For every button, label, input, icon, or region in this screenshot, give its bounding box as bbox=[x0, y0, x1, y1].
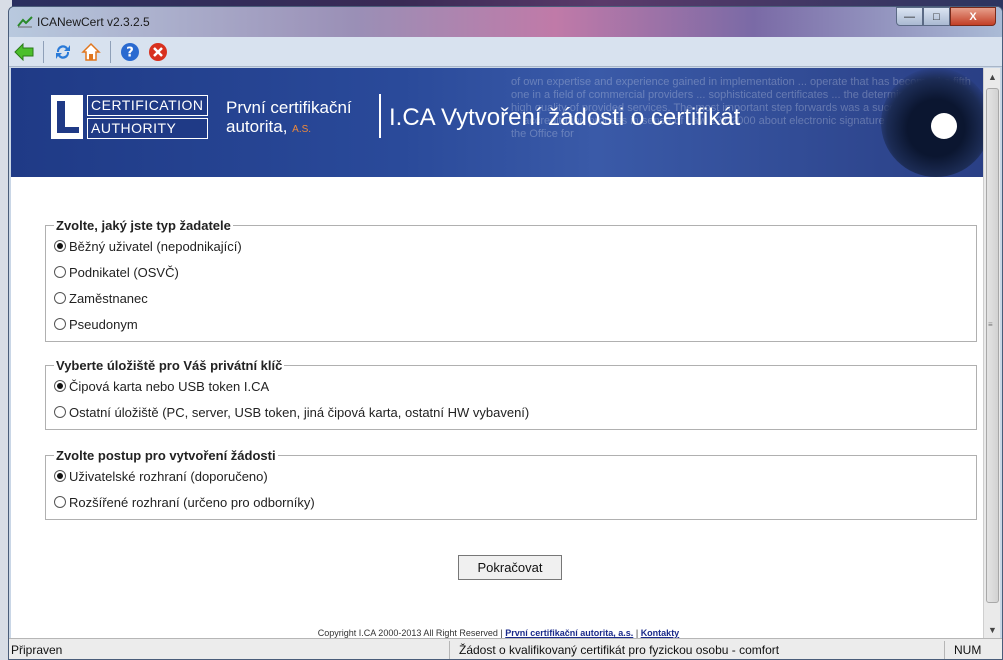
title-bar[interactable]: ICANewCert v2.3.2.5 — □ X bbox=[9, 7, 1002, 37]
radio-employee[interactable] bbox=[54, 292, 66, 304]
option-other-storage[interactable]: Ostatní úložiště (PC, server, USB token,… bbox=[54, 399, 968, 425]
radio-pseudonym[interactable] bbox=[54, 318, 66, 330]
ica-logo: CERTIFICATION AUTHORITY bbox=[51, 95, 211, 139]
radio-regular-user[interactable] bbox=[54, 240, 66, 252]
grip-icon: ≡ bbox=[988, 320, 993, 329]
option-smartcard[interactable]: Čipová karta nebo USB token I.CA bbox=[54, 373, 968, 399]
organization-name: První certifikační autorita, A.S. bbox=[226, 98, 352, 136]
radio-other-storage[interactable] bbox=[54, 406, 66, 418]
request-method-group: Zvolte postup pro vytvoření žádosti Uživ… bbox=[45, 448, 977, 520]
close-button[interactable]: X bbox=[950, 7, 996, 26]
option-pseudonym[interactable]: Pseudonym bbox=[54, 311, 968, 337]
maximize-button[interactable]: □ bbox=[923, 7, 950, 26]
svg-text:?: ? bbox=[126, 45, 134, 60]
status-certificate-type: Žádost o kvalifikovaný certifikát pro fy… bbox=[459, 643, 780, 657]
main-content: of own expertise and experience gained i… bbox=[11, 68, 986, 638]
radio-smartcard[interactable] bbox=[54, 380, 66, 392]
key-storage-legend: Vyberte úložiště pro Váš privátní klíč bbox=[56, 358, 283, 373]
toolbar: ? bbox=[9, 37, 1002, 67]
banner-divider bbox=[379, 94, 381, 138]
logo-line-1: CERTIFICATION bbox=[87, 95, 208, 116]
scrollbar-thumb[interactable] bbox=[986, 88, 999, 603]
back-icon[interactable] bbox=[13, 41, 35, 63]
logo-mark bbox=[51, 95, 83, 139]
status-ready: Připraven bbox=[11, 643, 63, 657]
request-method-legend: Zvolte postup pro vytvoření žádosti bbox=[56, 448, 276, 463]
applicant-type-group: Zvolte, jaký jste typ žadatele Běžný uži… bbox=[45, 218, 977, 342]
refresh-icon[interactable] bbox=[52, 41, 74, 63]
app-icon bbox=[17, 16, 33, 28]
app-window: ICANewCert v2.3.2.5 — □ X ? of own exper… bbox=[8, 6, 1003, 660]
minimize-button[interactable]: — bbox=[896, 7, 923, 26]
radio-advanced-interface[interactable] bbox=[54, 496, 66, 508]
continue-button[interactable]: Pokračovat bbox=[458, 555, 562, 580]
eye-highlight bbox=[931, 113, 957, 139]
option-regular-user[interactable]: Běžný uživatel (nepodnikající) bbox=[54, 233, 968, 259]
window-controls: — □ X bbox=[896, 7, 996, 27]
option-employee[interactable]: Zaměstnanec bbox=[54, 285, 968, 311]
status-bar: Připraven Žádost o kvalifikovaný certifi… bbox=[9, 638, 1002, 659]
header-banner: of own expertise and experience gained i… bbox=[11, 68, 986, 177]
home-icon[interactable] bbox=[80, 41, 102, 63]
radio-entrepreneur[interactable] bbox=[54, 266, 66, 278]
logo-line-2: AUTHORITY bbox=[87, 118, 208, 139]
radio-user-interface[interactable] bbox=[54, 470, 66, 482]
applicant-type-legend: Zvolte, jaký jste typ žadatele bbox=[56, 218, 231, 233]
scroll-up-icon[interactable]: ▲ bbox=[984, 68, 1001, 85]
toolbar-separator bbox=[43, 40, 44, 63]
help-icon[interactable]: ? bbox=[119, 41, 141, 63]
vertical-scrollbar[interactable]: ▲ ≡ ▼ bbox=[983, 68, 1000, 638]
window-title: ICANewCert v2.3.2.5 bbox=[37, 15, 150, 29]
key-storage-group: Vyberte úložiště pro Váš privátní klíč Č… bbox=[45, 358, 977, 430]
option-user-interface[interactable]: Uživatelské rozhraní (doporučeno) bbox=[54, 463, 968, 489]
status-num-lock: NUM bbox=[954, 643, 982, 657]
option-advanced-interface[interactable]: Rozšířené rozhraní (určeno pro odborníky… bbox=[54, 489, 968, 515]
exit-icon[interactable] bbox=[147, 41, 169, 63]
toolbar-separator bbox=[110, 40, 111, 63]
option-entrepreneur[interactable]: Podnikatel (OSVČ) bbox=[54, 259, 968, 285]
page-title: I.CA Vytvoření žádosti o certifikát bbox=[389, 104, 741, 131]
footer-copyright: Copyright I.CA 2000-2013 All Right Reser… bbox=[317, 628, 680, 638]
footer-link-ica[interactable]: První certifikační autorita, a.s. bbox=[505, 628, 633, 638]
scroll-down-icon[interactable]: ▼ bbox=[984, 621, 1001, 638]
footer-link-contacts[interactable]: Kontakty bbox=[641, 628, 680, 638]
